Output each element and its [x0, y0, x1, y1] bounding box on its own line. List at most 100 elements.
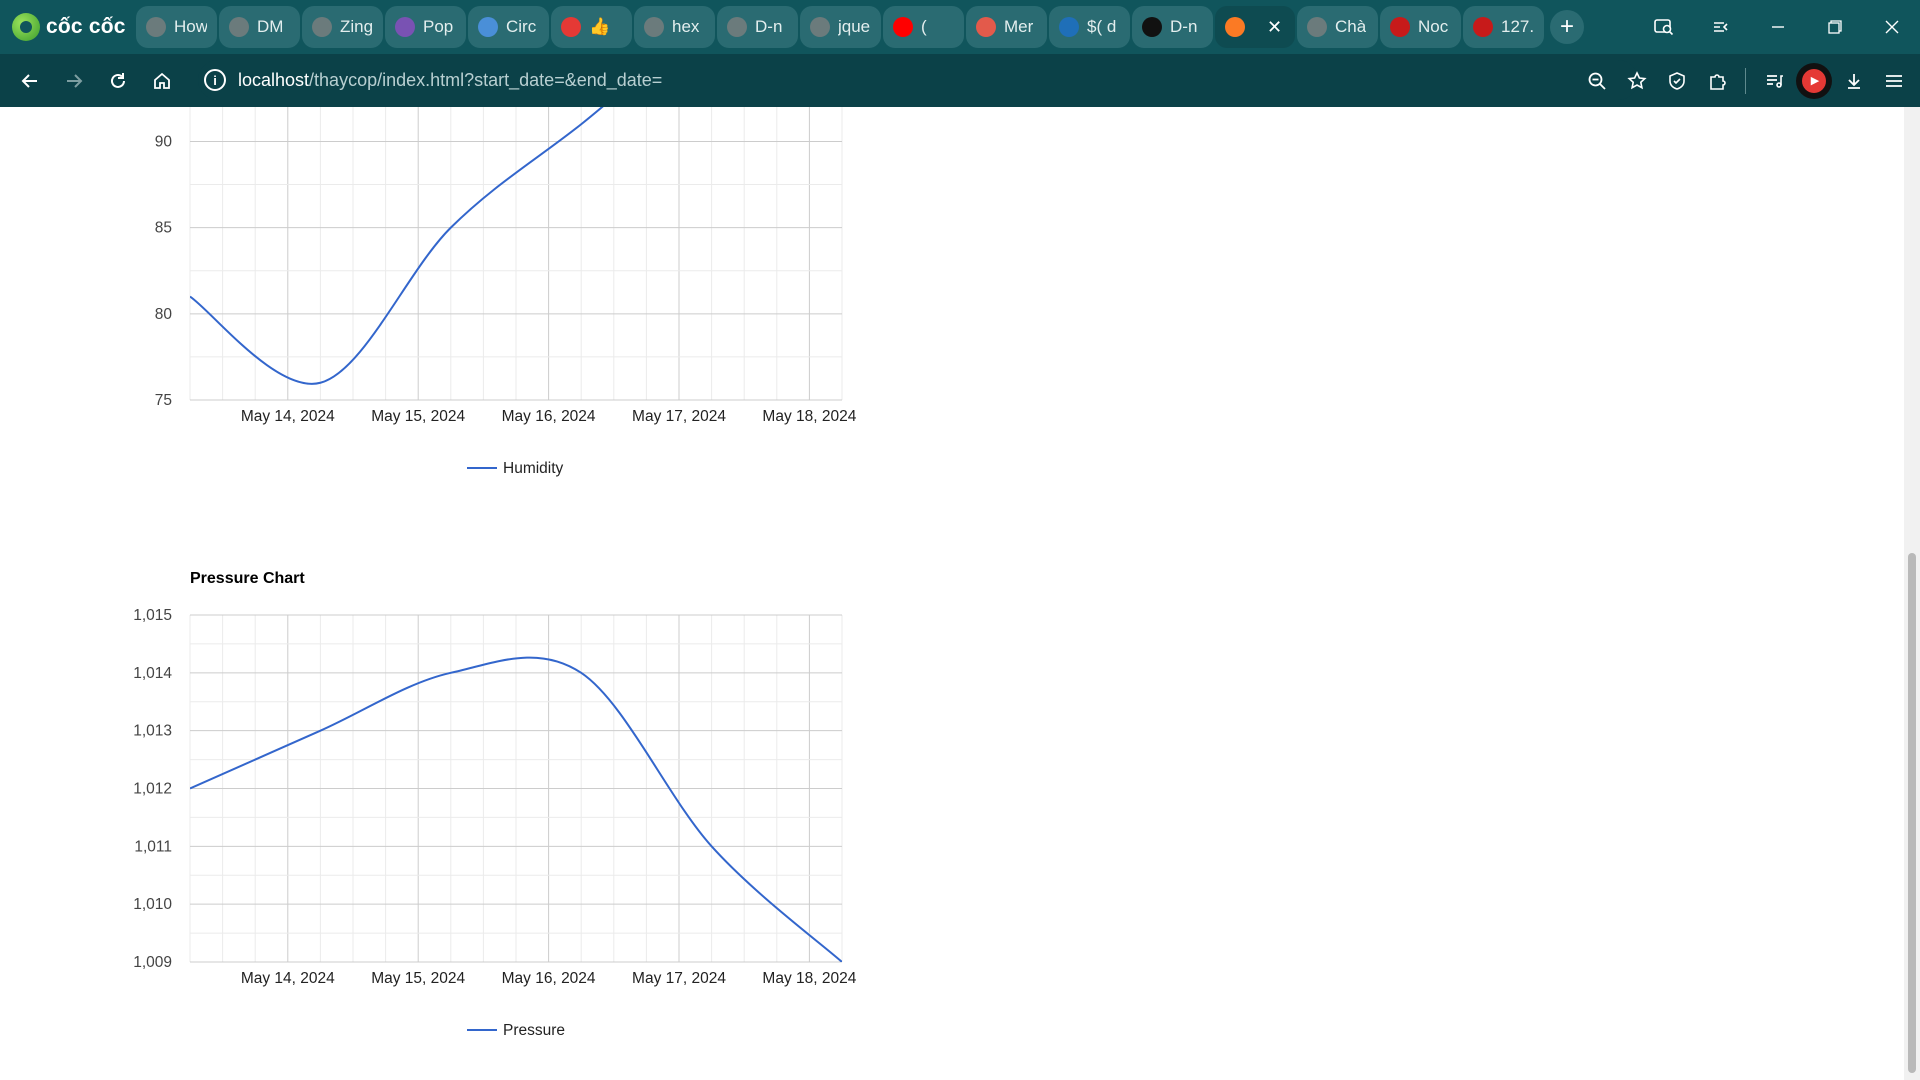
- browser-tab[interactable]: (: [883, 6, 964, 48]
- browser-tab[interactable]: D-n: [717, 6, 798, 48]
- y-tick-label: 90: [155, 133, 173, 150]
- adblock-shield-icon[interactable]: [1659, 61, 1695, 101]
- media-control-icon[interactable]: [1756, 61, 1792, 101]
- reload-icon[interactable]: [96, 59, 140, 103]
- openai-icon: [727, 17, 747, 37]
- new-tab-button[interactable]: +: [1550, 10, 1584, 44]
- browser-tab[interactable]: Zing: [302, 6, 383, 48]
- browser-tab[interactable]: Mer: [966, 6, 1047, 48]
- chart-1: 1,009 1,010 1,011 1,012 1,013 1,014 1,015 May 1…: [133, 607, 857, 1039]
- openai-icon: [810, 17, 830, 37]
- y-tick-label: 85: [155, 220, 172, 237]
- back-arrow-icon[interactable]: [8, 59, 52, 103]
- tab-title: (: [921, 17, 927, 36]
- x-tick-label: May 17, 2024: [632, 970, 726, 987]
- download-icon[interactable]: [1836, 61, 1872, 101]
- y-tick-label: 1,014: [133, 665, 172, 682]
- legend-label: Humidity: [503, 460, 564, 477]
- browser-tab[interactable]: Pop: [385, 6, 466, 48]
- home-icon[interactable]: [140, 59, 184, 103]
- browser-tab[interactable]: D-n: [1132, 6, 1213, 48]
- openai-icon: [1307, 17, 1327, 37]
- tab-title: DM: [257, 17, 284, 36]
- browser-tab[interactable]: hex: [634, 6, 715, 48]
- minimize-icon[interactable]: [1749, 0, 1806, 54]
- openai-icon: [312, 17, 332, 37]
- x-tick-label: May 15, 2024: [371, 408, 465, 425]
- x-tick-label: May 16, 2024: [502, 408, 596, 425]
- y-tick-label: 1,011: [134, 838, 172, 855]
- browser-tab[interactable]: Circ: [468, 6, 549, 48]
- browser-tab[interactable]: Noc: [1380, 6, 1461, 48]
- legend-label: Pressure: [503, 1022, 565, 1039]
- openai-icon: [146, 17, 166, 37]
- chart-0: 75 80 85 90 May 14, 2024 May 15, 2024 May 16, …: [155, 107, 857, 477]
- y-tick-label: 1,013: [133, 723, 172, 740]
- tab-title: D-n: [1170, 17, 1198, 36]
- page-scrollbar[interactable]: [1904, 107, 1920, 1080]
- browser-tab[interactable]: ✕: [1215, 6, 1295, 48]
- menu-icon[interactable]: [1876, 61, 1912, 101]
- browser-tab[interactable]: How: [136, 6, 217, 48]
- brand-name: cốc cốc: [46, 15, 126, 38]
- tab-title: Noc: [1418, 17, 1449, 36]
- tab-strip: cốc cốc How DM Zing Pop Circ 👍 hex D-n jque ( Mer $…: [0, 0, 1920, 54]
- x-tick-label: May 16, 2024: [502, 970, 596, 987]
- browser-tab[interactable]: 👍: [551, 6, 632, 48]
- browser-tab[interactable]: jque: [800, 6, 881, 48]
- browser-tab[interactable]: 127.: [1463, 6, 1544, 48]
- site-info-icon[interactable]: i: [204, 69, 226, 91]
- tab-search-icon[interactable]: [1635, 0, 1692, 54]
- browser-brand[interactable]: cốc cốc: [0, 0, 136, 54]
- restore-icon[interactable]: [1806, 0, 1863, 54]
- y-tick-label: 1,012: [133, 781, 172, 798]
- close-tab-icon[interactable]: ✕: [1267, 17, 1282, 38]
- browser-tab[interactable]: $( d: [1049, 6, 1130, 48]
- toolbar-separator: [1745, 67, 1746, 94]
- y-tick-label: 1,010: [133, 896, 172, 913]
- window-controls: [1635, 0, 1920, 54]
- toolbar-actions: ▶: [1579, 54, 1912, 107]
- youtube-icon: [893, 17, 913, 37]
- y-tick-label: 1,015: [133, 607, 172, 624]
- tab-title: How: [174, 17, 207, 36]
- tab-title: 👍: [589, 17, 611, 36]
- tab-title: jque: [838, 17, 871, 36]
- y-tick-label: 1,009: [133, 954, 172, 971]
- x-tick-label: May 15, 2024: [371, 970, 465, 987]
- circle-icon: [478, 17, 498, 37]
- x-tick-label: May 18, 2024: [762, 970, 856, 987]
- extensions-puzzle-icon[interactable]: [1699, 61, 1735, 101]
- scrollbar-thumb[interactable]: [1908, 553, 1916, 1073]
- coccoc-logo-icon: [12, 13, 40, 41]
- charts-canvas: 75 80 85 90 May 14, 2024 May 15, 2024 May 16, …: [133, 107, 857, 1039]
- tab-sidebar-icon[interactable]: [1692, 0, 1749, 54]
- zoom-out-icon[interactable]: [1579, 61, 1615, 101]
- xampp-icon: [1225, 17, 1245, 37]
- y-tick-label: 80: [155, 306, 173, 323]
- record-icon: [976, 17, 996, 37]
- x-tick-label: May 14, 2024: [241, 408, 335, 425]
- mail-icon: [1473, 17, 1493, 37]
- openai-icon: [644, 17, 664, 37]
- address-bar[interactable]: i localhost/thaycop/index.html?start_dat…: [198, 60, 1638, 100]
- close-window-icon[interactable]: [1863, 0, 1920, 54]
- github-icon: [1142, 17, 1162, 37]
- tab-title: $( d: [1087, 17, 1117, 36]
- forward-arrow-icon[interactable]: [52, 59, 96, 103]
- bootstrap-icon: [395, 17, 415, 37]
- y-tick-label: 75: [155, 392, 172, 409]
- url-path: /thaycop/index.html?start_date=&end_date…: [309, 69, 663, 90]
- video-player-icon[interactable]: ▶: [1796, 62, 1832, 99]
- url-text[interactable]: localhost/thaycop/index.html?start_date=…: [238, 70, 662, 91]
- x-tick-label: May 14, 2024: [241, 970, 335, 987]
- tab-title: Zing: [340, 17, 373, 36]
- bookmark-star-icon[interactable]: [1619, 61, 1655, 101]
- browser-tab[interactable]: Chà: [1297, 6, 1378, 48]
- tab-title: hex: [672, 17, 700, 36]
- tab-title: Chà: [1335, 17, 1367, 36]
- browser-tab[interactable]: DM: [219, 6, 300, 48]
- tab-title: D-n: [755, 17, 783, 36]
- tab-title: Mer: [1004, 17, 1034, 36]
- browser-toolbar: i localhost/thaycop/index.html?start_dat…: [0, 54, 1920, 107]
